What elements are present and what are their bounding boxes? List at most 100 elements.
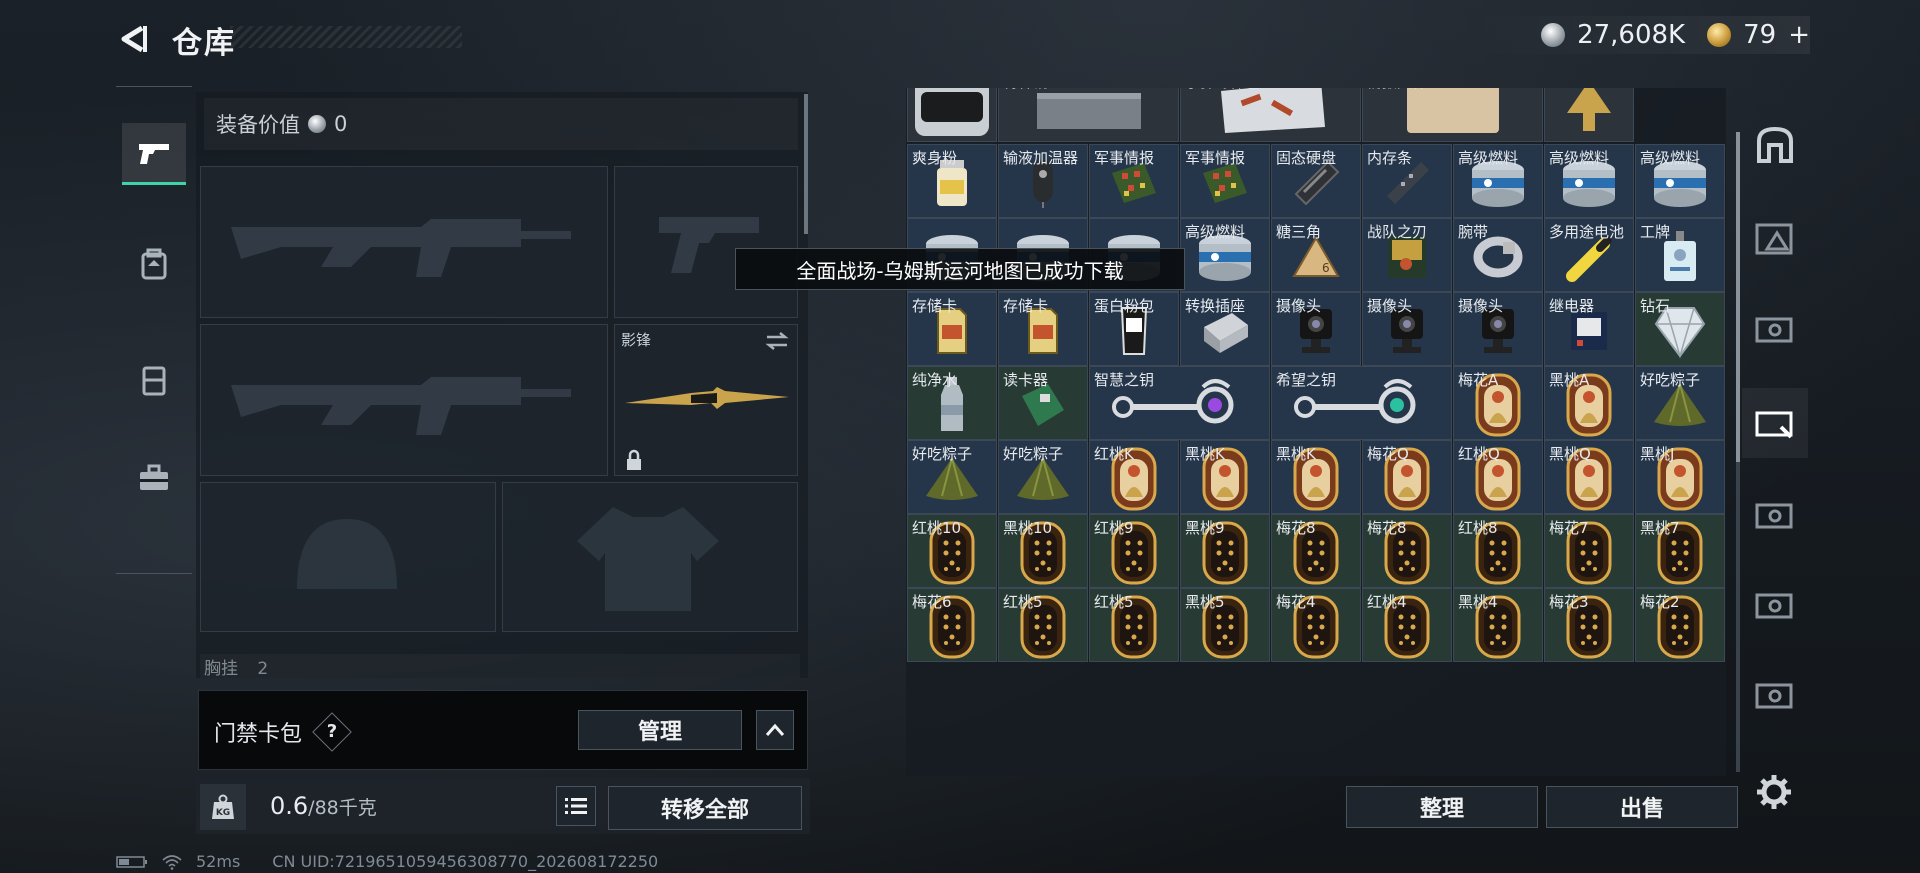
- tab-storage-1[interactable]: [1742, 204, 1808, 274]
- inventory-item[interactable]: 黑桃9: [1180, 514, 1270, 588]
- inventory-item[interactable]: 糖三角 6: [1271, 218, 1361, 292]
- item-name: 黑桃A: [1549, 371, 1590, 389]
- tab-chest-rig[interactable]: [122, 349, 186, 411]
- inventory-item[interactable]: 梅花Q: [1362, 440, 1452, 514]
- inventory-item[interactable]: 黑桃Q: [1544, 440, 1634, 514]
- inventory-item[interactable]: 内存条: [1362, 144, 1452, 218]
- tab-case[interactable]: [122, 447, 186, 509]
- tab-storage-4[interactable]: [1742, 480, 1808, 550]
- sort-button[interactable]: 整理: [1346, 786, 1538, 828]
- inventory-item[interactable]: [907, 88, 997, 142]
- inventory-item[interactable]: 智慧之钥: [1089, 366, 1270, 440]
- inventory-item[interactable]: 希望之钥: [1271, 366, 1452, 440]
- melee-slot[interactable]: 影锋: [614, 324, 798, 476]
- tab-storage-2[interactable]: [1742, 294, 1808, 364]
- settings-button[interactable]: [1754, 772, 1794, 812]
- inventory-item[interactable]: 梅花A: [1453, 366, 1543, 440]
- pistol-slot[interactable]: [614, 166, 798, 318]
- weight-lock-box: KG: [200, 784, 246, 830]
- manage-button[interactable]: 管理: [578, 710, 742, 750]
- inventory-item[interactable]: 梅花8: [1362, 514, 1452, 588]
- inventory-item[interactable]: 读卡器: [998, 366, 1088, 440]
- inventory-item[interactable]: 黑桃4: [1453, 588, 1543, 662]
- inventory-item[interactable]: 红桃5: [998, 588, 1088, 662]
- inventory-item[interactable]: 红桃5: [1089, 588, 1179, 662]
- inventory-scrollbar-thumb[interactable]: [1736, 132, 1740, 462]
- tab-storage-6[interactable]: [1742, 660, 1808, 730]
- item-name: 梅花Q: [1367, 445, 1409, 463]
- inventory-item[interactable]: 军事情报: [1089, 144, 1179, 218]
- inventory-item[interactable]: 工牌: [1635, 218, 1725, 292]
- helmet-slot[interactable]: [200, 482, 496, 632]
- inventory-item[interactable]: 黑桃5: [1180, 588, 1270, 662]
- inventory-item[interactable]: 钻石: [1635, 292, 1725, 366]
- inventory-item[interactable]: 好吃粽子: [1635, 366, 1725, 440]
- inventory-grid[interactable]: 特种钢子弹零件包情报文件爽身粉输液加温器军事情报军事情报固态硬盘内存条高级燃料高…: [906, 88, 1726, 774]
- inventory-item[interactable]: 黑桃7: [1635, 514, 1725, 588]
- inventory-item[interactable]: 黑桃K: [1180, 440, 1270, 514]
- tab-armor[interactable]: [122, 233, 186, 295]
- inventory-item[interactable]: 摄像头: [1271, 292, 1361, 366]
- backpack-icon: [141, 248, 167, 280]
- inventory-item[interactable]: 高级燃料: [1453, 144, 1543, 218]
- sell-button[interactable]: 出售: [1546, 786, 1738, 828]
- inventory-item[interactable]: 红桃8: [1453, 514, 1543, 588]
- gold-plus-button[interactable]: +: [1788, 20, 1810, 50]
- armor-slot[interactable]: [502, 482, 798, 632]
- inventory-item[interactable]: 黑桃J: [1635, 440, 1725, 514]
- inventory-item[interactable]: 红桃K: [1089, 440, 1179, 514]
- inventory-item[interactable]: 蛋白粉包: [1089, 292, 1179, 366]
- tab-storage-home[interactable]: [1742, 110, 1808, 180]
- inventory-item[interactable]: 特种钢: [998, 88, 1179, 142]
- inventory-item[interactable]: 军事情报: [1180, 144, 1270, 218]
- inventory-item[interactable]: 纯净水: [907, 366, 997, 440]
- secondary-weapon-slot[interactable]: [200, 324, 608, 476]
- swap-icon[interactable]: [765, 331, 789, 351]
- primary-weapon-slot[interactable]: [200, 166, 608, 318]
- inventory-item[interactable]: 高级燃料: [1635, 144, 1725, 218]
- inventory-item[interactable]: 摄像头: [1453, 292, 1543, 366]
- loadout-scrollbar[interactable]: [804, 94, 808, 234]
- inventory-item[interactable]: 梅花6: [907, 588, 997, 662]
- inventory-item[interactable]: 红桃4: [1362, 588, 1452, 662]
- inventory-item[interactable]: 高级燃料: [1544, 144, 1634, 218]
- inventory-item[interactable]: 好吃粽子: [998, 440, 1088, 514]
- back-button[interactable]: [116, 22, 150, 56]
- collapse-button[interactable]: [756, 710, 794, 750]
- tab-storage-5[interactable]: [1742, 570, 1808, 640]
- help-button[interactable]: ?: [318, 718, 346, 746]
- inventory-item[interactable]: 黑桃K: [1271, 440, 1361, 514]
- inventory-item[interactable]: 爽身粉: [907, 144, 997, 218]
- list-view-button[interactable]: [556, 786, 596, 826]
- inventory-item[interactable]: [1544, 88, 1634, 142]
- inventory-item[interactable]: 梅花8: [1271, 514, 1361, 588]
- inventory-item[interactable]: 转换插座: [1180, 292, 1270, 366]
- inventory-item[interactable]: 黑桃10: [998, 514, 1088, 588]
- transfer-all-button[interactable]: 转移全部: [608, 786, 802, 830]
- inventory-item[interactable]: 腕带: [1453, 218, 1543, 292]
- inventory-item[interactable]: 多用途电池: [1544, 218, 1634, 292]
- inventory-item[interactable]: 情报文件: [1362, 88, 1543, 142]
- inventory-item[interactable]: 红桃9: [1089, 514, 1179, 588]
- inventory-item[interactable]: 梅花7: [1544, 514, 1634, 588]
- inventory-item[interactable]: 好吃粽子: [907, 440, 997, 514]
- inventory-item[interactable]: 梅花4: [1271, 588, 1361, 662]
- inventory-item[interactable]: 输液加温器: [998, 144, 1088, 218]
- inventory-item[interactable]: 固态硬盘: [1271, 144, 1361, 218]
- inventory-item[interactable]: 子弹零件包: [1180, 88, 1361, 142]
- inventory-item[interactable]: 存储卡: [998, 292, 1088, 366]
- inventory-item[interactable]: 梅花2: [1635, 588, 1725, 662]
- inventory-item[interactable]: 高级燃料: [1180, 218, 1270, 292]
- inventory-item[interactable]: 红桃10: [907, 514, 997, 588]
- item-name: 多用途电池: [1549, 223, 1625, 241]
- tab-storage-3[interactable]: [1742, 388, 1808, 458]
- inventory-item[interactable]: 战队之刃: [1362, 218, 1452, 292]
- inventory-item[interactable]: 存储卡: [907, 292, 997, 366]
- weight-max: /88千克: [308, 797, 377, 819]
- inventory-item[interactable]: 梅花3: [1544, 588, 1634, 662]
- inventory-item[interactable]: 摄像头: [1362, 292, 1452, 366]
- tab-weapons[interactable]: [122, 123, 186, 185]
- inventory-item[interactable]: 红桃Q: [1453, 440, 1543, 514]
- inventory-item[interactable]: 黑桃A: [1544, 366, 1634, 440]
- inventory-item[interactable]: 继电器: [1544, 292, 1634, 366]
